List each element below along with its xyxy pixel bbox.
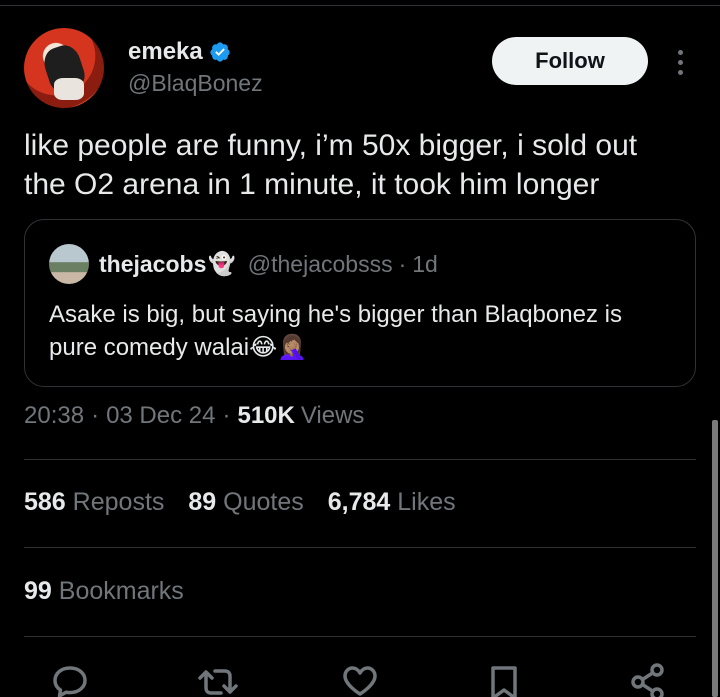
author-avatar[interactable] <box>24 28 104 108</box>
repost-icon[interactable] <box>196 662 240 697</box>
separator-dot: · <box>91 402 100 429</box>
ghost-emoji: 👻 <box>208 251 236 276</box>
tweet-text: like people are funny, i’m 50x bigger, i… <box>24 126 696 204</box>
quoted-tweet-time: 1d <box>412 250 438 277</box>
tweet-time[interactable]: 20:38 <box>24 402 84 430</box>
quoted-tweet-text: Asake is big, but saying he's bigger tha… <box>49 298 679 364</box>
author-handle[interactable]: @BlaqBonez <box>128 70 263 97</box>
top-divider <box>0 0 720 6</box>
quoted-tweet[interactable]: thejacobs 👻 @thejacobsss · 1d Asake is b… <box>24 219 696 387</box>
divider <box>24 547 696 548</box>
reply-icon[interactable] <box>48 662 92 697</box>
tweet-header: emeka @BlaqBonez Follow <box>24 28 696 110</box>
tweet-date[interactable]: 03 Dec 24 <box>106 402 215 430</box>
quoted-author-avatar <box>49 244 89 284</box>
bookmarks-stat[interactable]: 99 Bookmarks <box>24 577 184 606</box>
quoted-author-handle: @thejacobsss <box>247 250 393 277</box>
more-vertical-icon[interactable] <box>670 42 690 82</box>
action-bar <box>24 662 696 697</box>
scrollbar[interactable] <box>712 420 718 697</box>
divider <box>24 636 696 637</box>
share-icon[interactable] <box>626 662 670 697</box>
verified-badge-icon <box>210 42 230 62</box>
tweet-text-line: the O2 arena in 1 minute, it took him lo… <box>24 168 600 201</box>
separator-dot: · <box>222 402 231 429</box>
reposts-label: Reposts <box>72 488 165 516</box>
likes-stat[interactable]: 6,784 Likes <box>328 488 456 517</box>
quotes-count: 89 <box>188 488 217 516</box>
likes-label: Likes <box>397 488 456 516</box>
quotes-stat[interactable]: 89 Quotes <box>188 488 303 517</box>
follow-button[interactable]: Follow <box>492 37 648 85</box>
views-label: Views <box>300 402 365 429</box>
reposts-stat[interactable]: 586 Reposts <box>24 488 164 517</box>
likes-count: 6,784 <box>327 488 391 516</box>
bookmark-icon[interactable] <box>482 662 526 697</box>
quoted-text-line: Asake is big, but saying he's bigger tha… <box>49 301 622 328</box>
bookmarks-count: 99 <box>24 577 52 605</box>
quotes-label: Quotes <box>223 488 304 516</box>
quoted-author-name: thejacobs <box>99 250 207 277</box>
engagement-stats: 586 Reposts 89 Quotes 6,784 Likes <box>24 488 480 517</box>
views-count: 510K <box>237 402 295 429</box>
quoted-text-line: pure comedy walai😂🤦🏽‍♀️ <box>49 334 308 361</box>
tweet-text-line: like people are funny, i’m 50x bigger, i… <box>24 129 638 162</box>
tweet-meta: 20:38 · 03 Dec 24 · 510K Views <box>24 402 364 430</box>
quoted-tweet-header: thejacobs 👻 @thejacobsss · 1d <box>49 244 438 284</box>
bookmarks-label: Bookmarks <box>58 577 184 605</box>
like-icon[interactable] <box>338 662 382 697</box>
reposts-count: 586 <box>24 488 66 516</box>
author-display-name[interactable]: emeka <box>128 38 203 66</box>
divider <box>24 459 696 460</box>
separator-dot: · <box>398 250 407 277</box>
author-names: emeka @BlaqBonez <box>128 38 263 97</box>
